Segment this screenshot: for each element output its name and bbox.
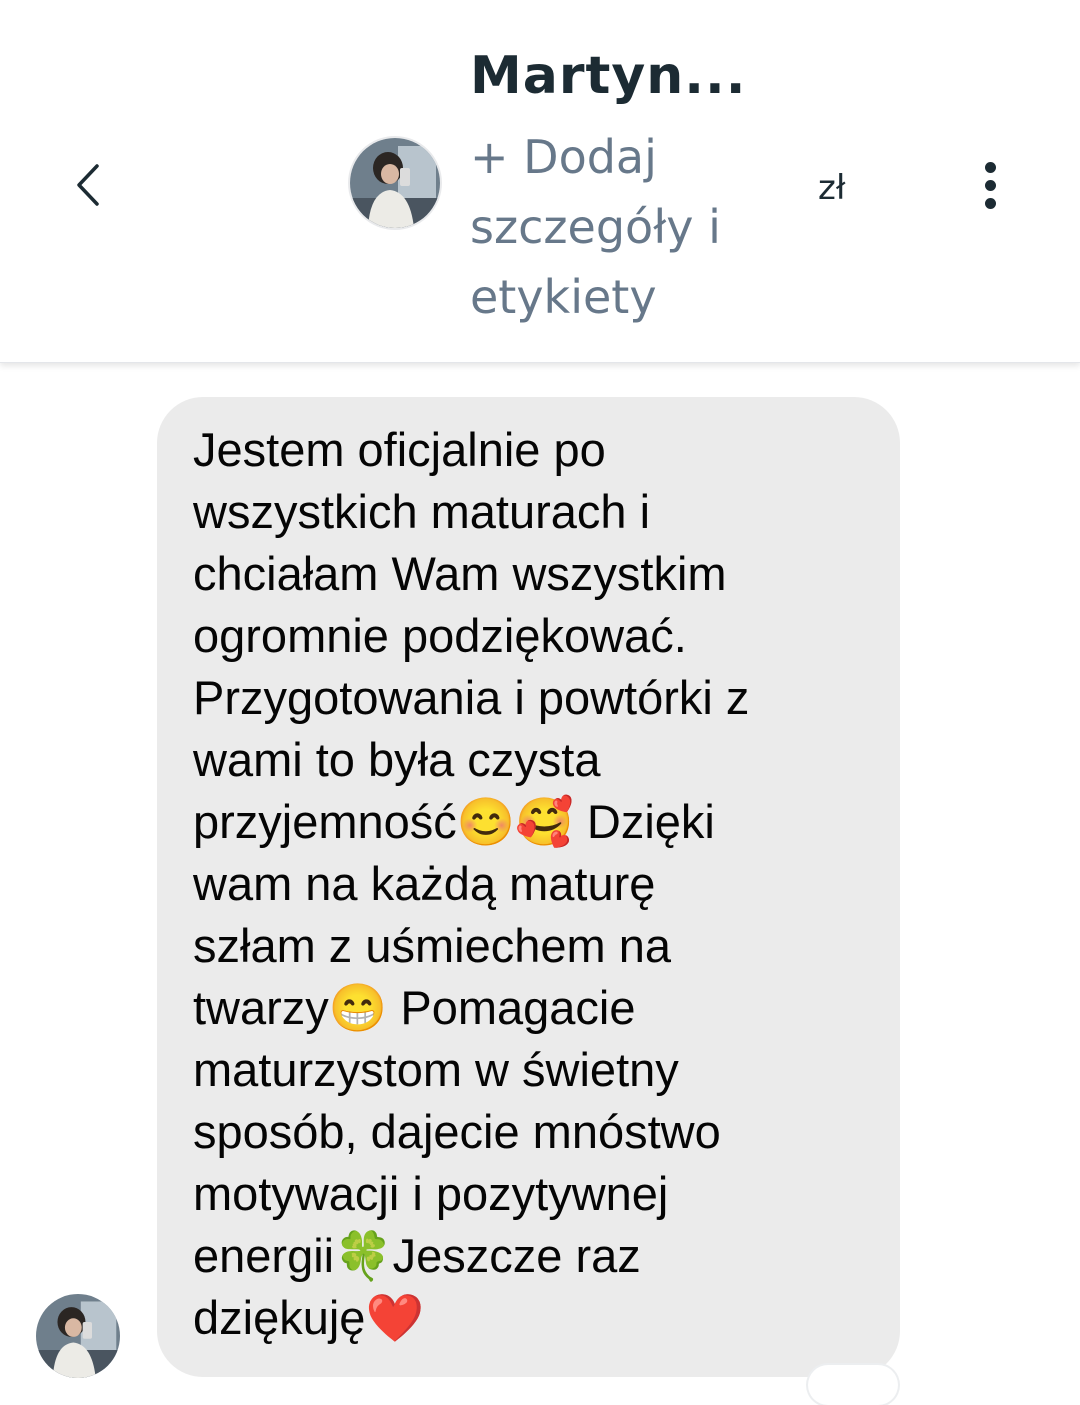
contact-avatar[interactable]	[348, 136, 442, 230]
sender-avatar[interactable]	[36, 1294, 120, 1378]
reaction-badge[interactable]	[808, 1365, 898, 1405]
currency-button[interactable]: zł	[818, 168, 846, 208]
more-vertical-icon	[984, 161, 996, 209]
chevron-left-icon	[77, 164, 99, 206]
contact-name[interactable]: Martyn...	[470, 46, 747, 106]
chat-header: Martyn... + Dodaj szczegóły i etykiety z…	[0, 0, 1080, 363]
add-details-link[interactable]: + Dodaj szczegóły i etykiety	[470, 122, 770, 332]
message-bubble[interactable]: Jestem oficjalnie po wszystkich maturach…	[157, 397, 900, 1377]
back-button[interactable]	[58, 150, 118, 220]
message-text: Jestem oficjalnie po wszystkich maturach…	[193, 423, 750, 1344]
more-options-button[interactable]	[960, 150, 1020, 220]
